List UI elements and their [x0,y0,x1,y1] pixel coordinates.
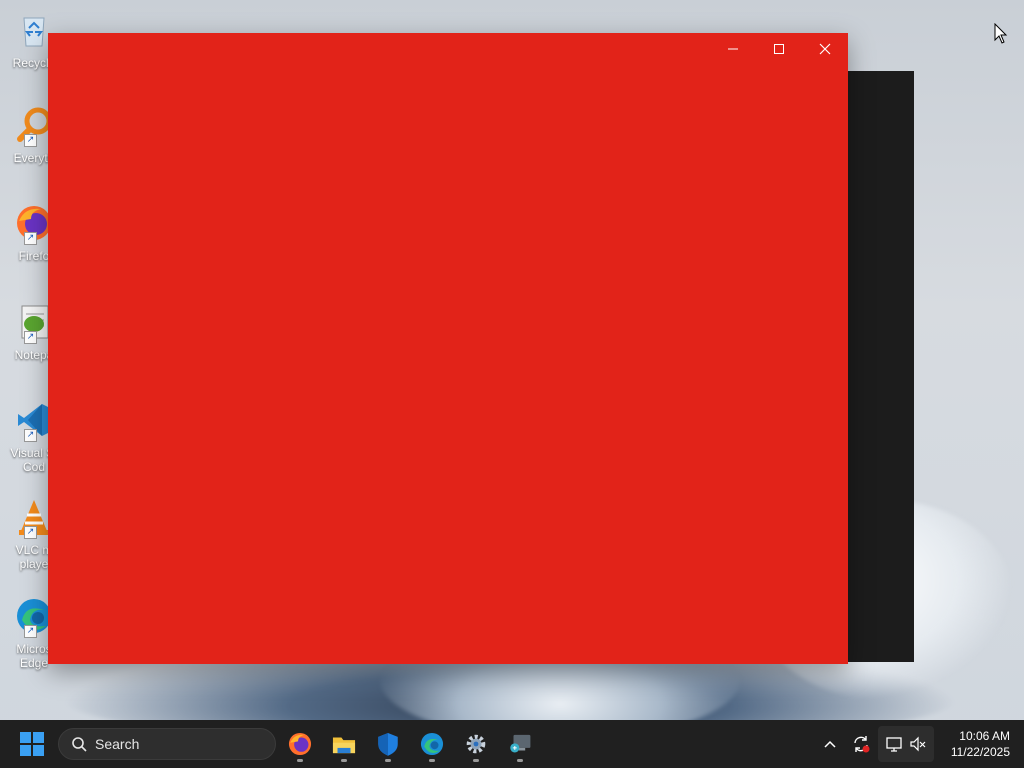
clock-time: 10:06 AM [959,729,1010,743]
close-icon [819,43,831,55]
taskbar-app-remote-desktop[interactable] [500,724,540,764]
search-label: Search [95,736,140,752]
firefox-icon [288,732,312,756]
running-indicator [385,759,391,762]
shortcut-arrow-icon: ↗ [24,526,37,539]
shortcut-arrow-icon: ↗ [24,232,37,245]
chevron-up-icon [824,740,836,748]
shortcut-arrow-icon: ↗ [24,625,37,638]
windows-logo-icon [20,732,44,756]
taskbar-app-windows-security[interactable] [368,724,408,764]
speaker-muted-icon [910,736,926,752]
taskbar-app-file-explorer[interactable] [324,724,364,764]
minimize-icon [728,48,738,50]
tray-sync-status[interactable] [848,720,874,768]
edge-icon [420,732,444,756]
taskbar-app-settings[interactable] [456,724,496,764]
taskbar-app-edge[interactable] [412,724,452,764]
shortcut-arrow-icon: ↗ [24,429,37,442]
display-icon [886,737,902,752]
running-indicator [429,759,435,762]
start-button[interactable] [12,728,52,760]
taskbar-clock[interactable]: 10:06 AM 11/22/2025 [951,728,1010,760]
remote-desktop-icon [510,734,531,753]
minimize-button[interactable] [710,33,756,65]
show-hidden-icons-button[interactable] [818,720,842,768]
maximize-button[interactable] [756,33,802,65]
search-icon [72,737,87,752]
shortcut-arrow-icon: ↗ [24,134,37,147]
windows-security-icon [378,732,398,756]
running-indicator [517,759,523,762]
settings-gear-icon [466,734,486,754]
clock-date: 11/22/2025 [950,745,1010,759]
file-explorer-icon [332,737,356,754]
close-button[interactable] [802,33,848,65]
taskbar: Search 10:06 AM 11/22/2025 [0,720,1024,768]
tray-network[interactable] [882,720,906,768]
running-indicator [297,759,303,762]
sync-icon [854,736,870,753]
maximize-icon [774,44,784,54]
running-indicator [341,759,347,762]
red-window[interactable] [48,33,848,664]
tray-volume[interactable] [906,720,930,768]
shortcut-arrow-icon: ↗ [24,331,37,344]
running-indicator [473,759,479,762]
mouse-pointer-icon [994,22,1008,49]
taskbar-search-box[interactable]: Search [58,728,276,760]
window-title-controls [710,33,848,65]
taskbar-app-firefox[interactable] [280,724,320,764]
